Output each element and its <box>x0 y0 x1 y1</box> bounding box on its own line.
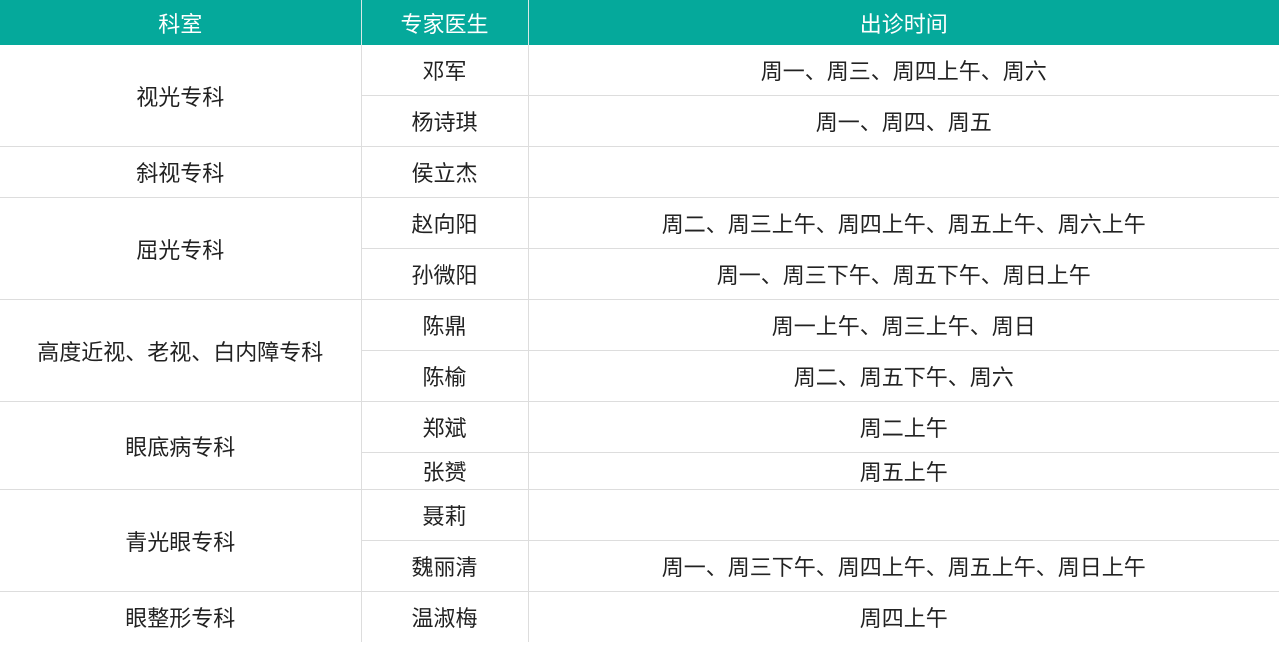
doctor-cell: 邓军 <box>360 45 528 96</box>
doctor-cell: 杨诗琪 <box>360 95 528 147</box>
schedule-cell <box>527 489 1279 541</box>
doctor-cell: 郑斌 <box>360 401 528 453</box>
doctor-cell: 陈榆 <box>360 350 528 402</box>
schedule-cell: 周二、周五下午、周六 <box>527 350 1279 402</box>
table-row: 眼底病专科 郑斌 周二上午 <box>0 401 1279 490</box>
doctor-cell: 孙微阳 <box>360 248 528 300</box>
table-row: 屈光专科 赵向阳 周二、周三上午、周四上午、周五上午、周六上午 <box>0 197 1279 300</box>
department-cell: 眼整形专科 <box>0 591 361 642</box>
schedule-cell <box>527 146 1279 198</box>
doctor-cell: 赵向阳 <box>360 197 528 249</box>
doctor-cell: 聂莉 <box>360 489 528 541</box>
table-row: 青光眼专科 聂莉 <box>0 489 1279 592</box>
schedule-cell: 周五上午 <box>527 452 1279 490</box>
schedule-cell: 周四上午 <box>527 591 1279 642</box>
schedule-cell: 周一、周四、周五 <box>527 95 1279 147</box>
doctor-cell: 侯立杰 <box>360 146 528 198</box>
department-cell: 斜视专科 <box>0 146 361 198</box>
header-doctor: 专家医生 <box>360 0 528 45</box>
schedule-cell: 周二、周三上午、周四上午、周五上午、周六上午 <box>527 197 1279 249</box>
doctor-cell: 温淑梅 <box>360 591 528 642</box>
table-row: 斜视专科 侯立杰 <box>0 146 1279 198</box>
schedule-cell: 周二上午 <box>527 401 1279 453</box>
table-row: 眼整形专科 温淑梅 周四上午 <box>0 591 1279 642</box>
department-cell: 青光眼专科 <box>0 489 361 592</box>
header-row: 科室 专家医生 出诊时间 <box>0 0 1279 45</box>
schedule-cell: 周一、周三下午、周四上午、周五上午、周日上午 <box>527 540 1279 592</box>
table-row: 视光专科 邓军 周一、周三、周四上午、周六 <box>0 45 1279 111</box>
department-cell: 屈光专科 <box>0 197 361 300</box>
doctor-cell: 魏丽清 <box>360 540 528 592</box>
clinic-schedule-table: 科室 专家医生 出诊时间 视光专科 邓军 周一、周三、周四上午、周六 杨诗琪 周… <box>0 0 1279 642</box>
header-department: 科室 <box>0 0 361 45</box>
table-row: 高度近视、老视、白内障专科 陈鼎 周一上午、周三上午、周日 <box>0 299 1279 402</box>
doctor-cell: 张赟 <box>360 452 528 490</box>
header-schedule-time: 出诊时间 <box>527 0 1279 45</box>
doctor-cell: 陈鼎 <box>360 299 528 351</box>
schedule-cell: 周一、周三、周四上午、周六 <box>527 45 1279 96</box>
department-cell: 眼底病专科 <box>0 401 361 490</box>
schedule-cell: 周一上午、周三上午、周日 <box>527 299 1279 351</box>
department-cell: 高度近视、老视、白内障专科 <box>0 299 361 402</box>
department-cell: 视光专科 <box>136 85 225 111</box>
schedule-cell: 周一、周三下午、周五下午、周日上午 <box>527 248 1279 300</box>
